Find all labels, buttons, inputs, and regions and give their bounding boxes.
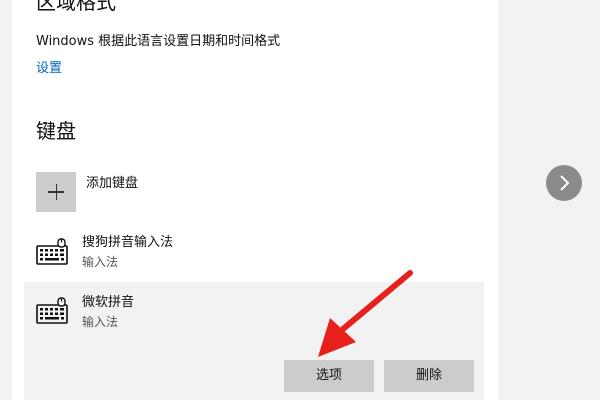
add-keyboard-label: 添加键盘: [86, 176, 139, 191]
keyboard-icon: [36, 238, 68, 265]
options-button[interactable]: 选项: [284, 360, 374, 392]
settings-page: 区域格式 Windows 根据此语言设置日期和时间格式 设置 键盘 添加键盘 搜…: [0, 0, 600, 400]
keyboard-item-type: 输入法: [82, 255, 119, 269]
keyboard-item-sogou[interactable]: 搜狗拼音输入法 输入法: [24, 228, 484, 282]
keyboard-icon: [36, 297, 68, 324]
keyboard-item-microsoft-pinyin[interactable]: 微软拼音 输入法 选项 删除: [24, 282, 484, 400]
region-format-settings-link[interactable]: 设置: [36, 60, 62, 78]
region-format-title: 区域格式: [36, 0, 116, 14]
region-format-description: Windows 根据此语言设置日期和时间格式: [36, 34, 281, 49]
add-keyboard-button[interactable]: 添加键盘: [36, 172, 466, 214]
keyboard-section-title: 键盘: [36, 119, 76, 143]
keyboard-item-type: 输入法: [82, 315, 119, 329]
plus-icon: [36, 172, 76, 212]
keyboard-item-name: 搜狗拼音输入法: [82, 235, 174, 250]
remove-button[interactable]: 删除: [384, 360, 474, 392]
keyboard-item-name: 微软拼音: [82, 295, 135, 310]
chevron-right-icon[interactable]: [546, 165, 582, 201]
